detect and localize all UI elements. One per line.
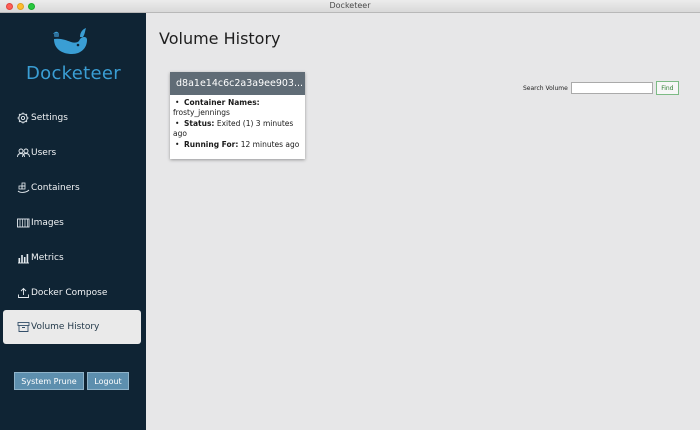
search-bar: Search Volume Find (523, 81, 679, 95)
list-item: • Container Names: frosty_jennings (173, 98, 260, 117)
status-label: Status: (184, 119, 215, 128)
sidebar-item-users[interactable]: Users (3, 136, 141, 170)
sidebar-item-label: Docker Compose (31, 288, 108, 298)
brand-name: Docketeer (26, 63, 121, 84)
sidebar-item-label: Containers (31, 183, 80, 193)
gear-icon (17, 112, 30, 124)
volume-details: • Container Names: frosty_jennings • Statu… (170, 95, 305, 150)
upload-icon (17, 287, 30, 299)
page-title: Volume History (159, 29, 281, 48)
volume-name: d8a1e14c6c2a3a9ee903... (170, 72, 305, 95)
list-item: • Status: Exited (1) 3 minutes ago (173, 119, 294, 138)
container-names-label: Container Names: (184, 98, 260, 107)
containers-icon (17, 182, 30, 194)
search-label: Search Volume (523, 84, 568, 92)
running-for-label: Running For: (184, 140, 239, 149)
sidebar-item-containers[interactable]: Containers (3, 171, 141, 205)
search-input[interactable] (570, 82, 653, 94)
find-button[interactable]: Find (655, 81, 679, 95)
volume-card: d8a1e14c6c2a3a9ee903... • Container Names… (170, 72, 305, 159)
logout-button[interactable]: Logout (87, 372, 129, 390)
sidebar-item-label: Settings (31, 113, 68, 123)
logo: Docketeer (20, 25, 121, 87)
sidebar-actions: System Prune Logout (14, 372, 129, 390)
sidebar-item-label: Users (31, 148, 57, 158)
sidebar-item-label: Images (31, 218, 64, 228)
title-bar: Docketeer (0, 0, 700, 13)
sidebar-item-settings[interactable]: Settings (3, 101, 141, 135)
sidebar-item-docker-compose[interactable]: Docker Compose (3, 276, 141, 310)
sidebar-item-images[interactable]: Images (3, 206, 141, 240)
users-icon (17, 147, 30, 159)
system-prune-button[interactable]: System Prune (14, 372, 84, 390)
app-window: Docketeer Docketeer Settings Users Conta… (0, 0, 700, 430)
running-for-value: 12 minutes ago (240, 140, 300, 149)
window-title: Docketeer (329, 1, 371, 10)
list-item: • Running For: 12 minutes ago (175, 140, 300, 149)
images-icon (17, 217, 30, 229)
archive-icon (17, 321, 30, 333)
container-names-value: frosty_jennings (173, 107, 230, 117)
sidebar-item-volume-history[interactable]: Volume History (3, 310, 141, 344)
sidebar-item-label: Volume History (31, 322, 100, 332)
whale-logo-icon (53, 28, 87, 54)
sidebar: Docketeer Settings Users Containers Imag… (0, 13, 146, 430)
metrics-icon (17, 252, 30, 264)
sidebar-item-label: Metrics (31, 253, 64, 263)
sidebar-item-metrics[interactable]: Metrics (3, 241, 141, 275)
